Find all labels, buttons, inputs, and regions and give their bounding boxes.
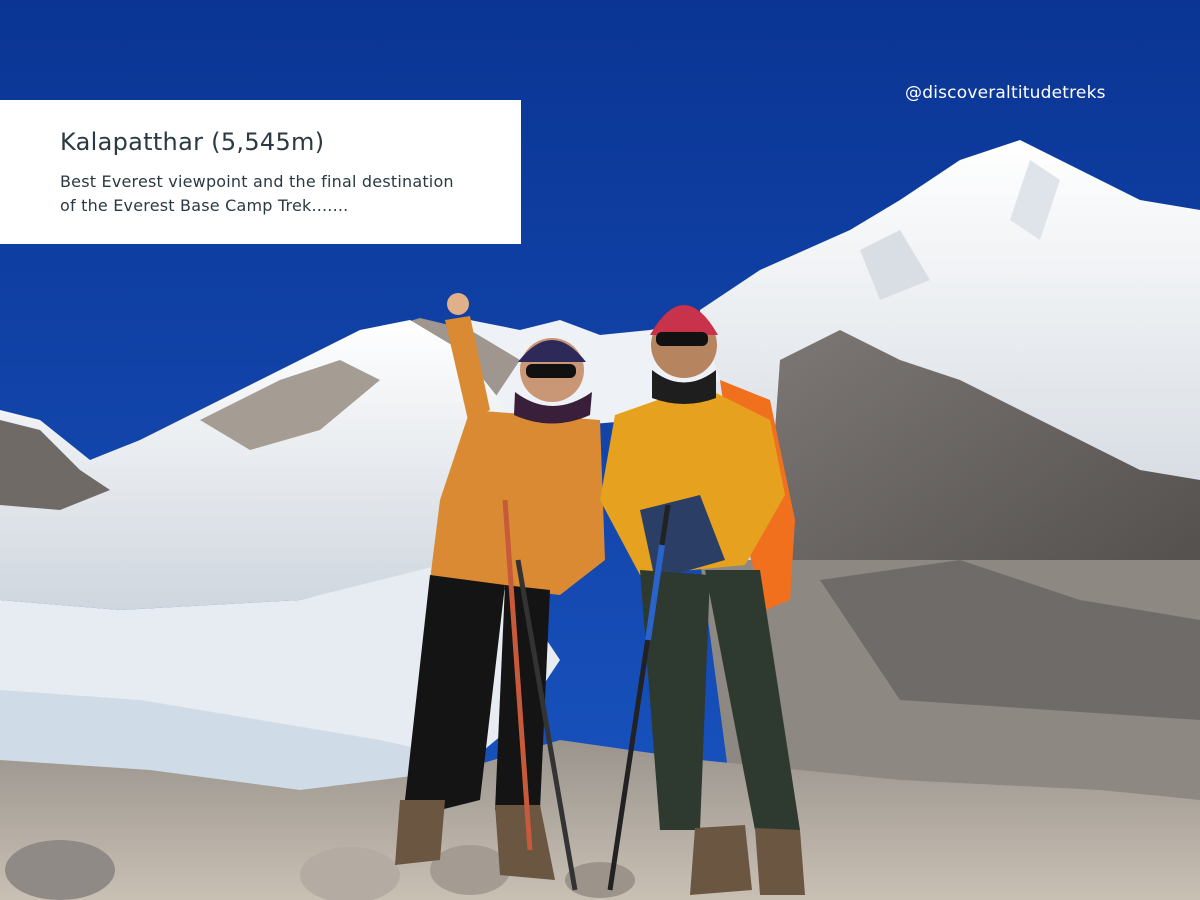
watermark-handle: @discoveraltitudetreks: [905, 83, 1106, 103]
caption-title: Kalapatthar (5,545m): [60, 128, 325, 156]
caption-description-line-1: Best Everest viewpoint and the final des…: [60, 172, 454, 191]
caption-card: Kalapatthar (5,545m) Best Everest viewpo…: [0, 100, 521, 244]
caption-description: Best Everest viewpoint and the final des…: [60, 170, 491, 218]
caption-description-line-2: of the Everest Base Camp Trek.......: [60, 196, 349, 215]
